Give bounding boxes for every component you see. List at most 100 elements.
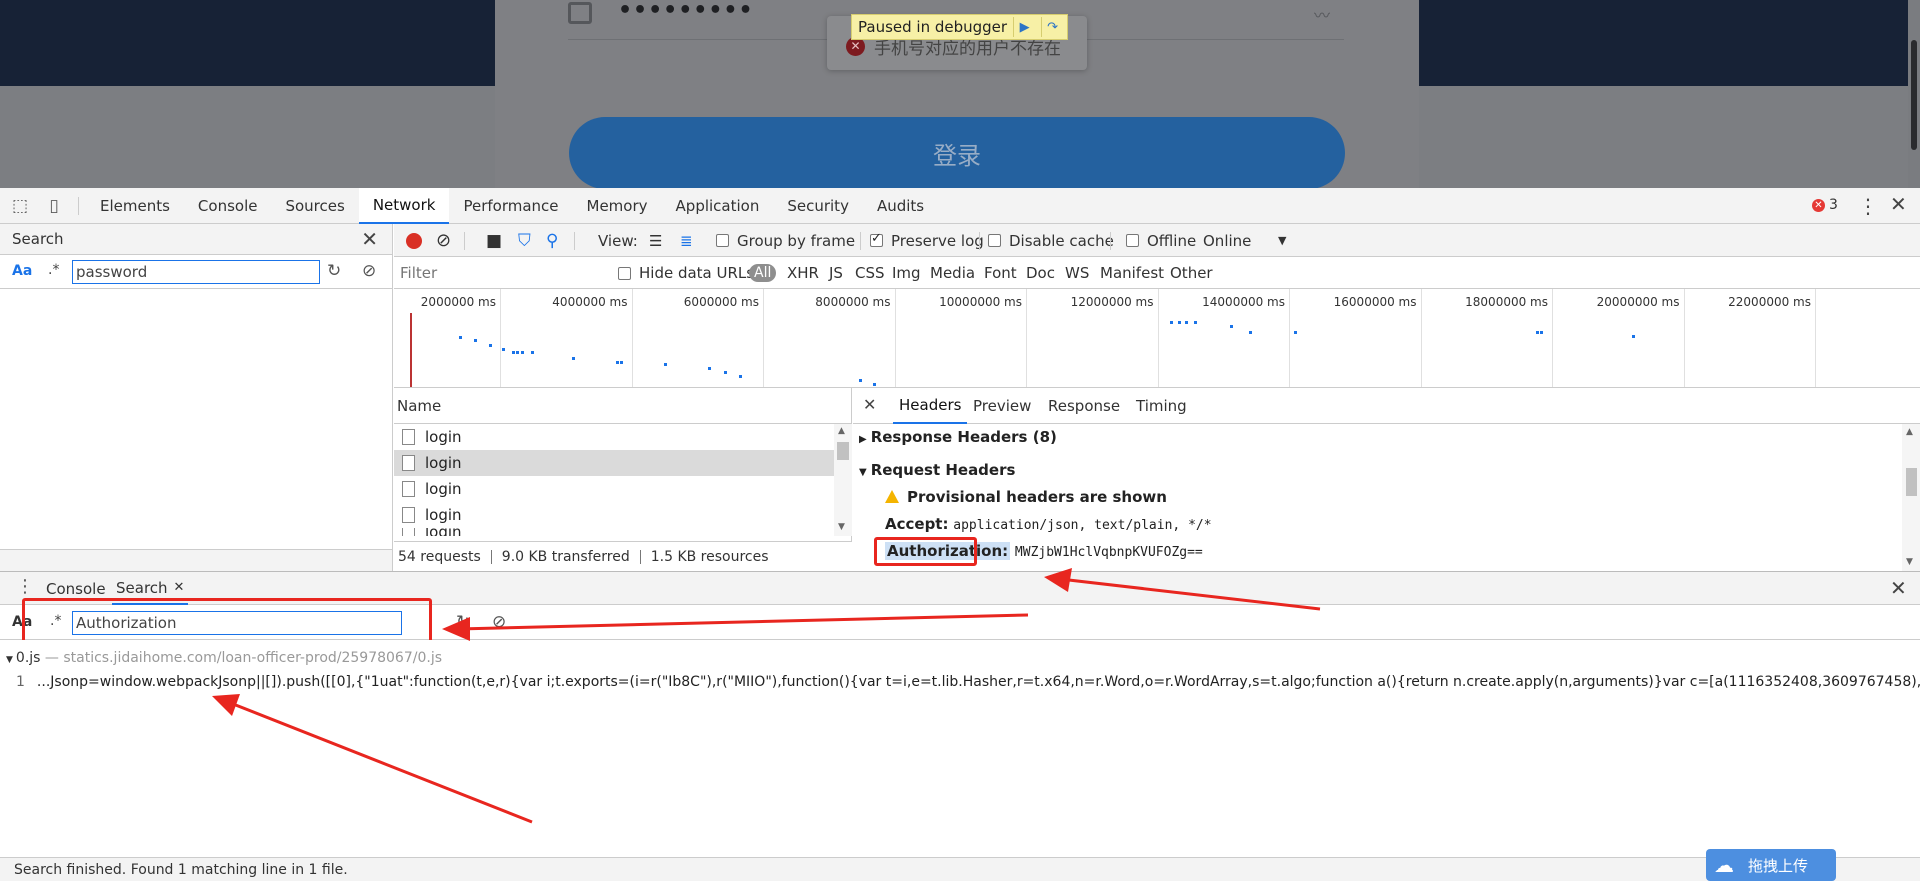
close-tab-icon[interactable]: ✕ bbox=[174, 580, 185, 595]
table-row[interactable]: login bbox=[394, 502, 851, 528]
tab-performance[interactable]: Performance bbox=[449, 188, 572, 224]
refresh-icon[interactable]: ↻ bbox=[456, 612, 470, 632]
match-case-toggle[interactable]: Aa bbox=[12, 263, 32, 279]
chevron-right-icon: ▶ bbox=[859, 434, 867, 445]
search-icon[interactable]: ⚲ bbox=[546, 224, 558, 257]
table-row[interactable]: login bbox=[394, 424, 851, 450]
response-headers-section[interactable]: ▶ Response Headers (8) bbox=[859, 428, 1057, 446]
eye-closed-icon[interactable]: 〰 bbox=[1314, 2, 1330, 26]
tab-application[interactable]: Application bbox=[662, 188, 774, 224]
inspect-element-icon[interactable]: ⬚ bbox=[10, 196, 30, 216]
page-scrollbar[interactable] bbox=[1908, 0, 1920, 188]
clear-log-icon[interactable]: ⊘ bbox=[436, 224, 451, 257]
chevron-down-icon: ▼ bbox=[6, 655, 13, 665]
tab-network[interactable]: Network bbox=[358, 188, 450, 224]
tab-preview[interactable]: Preview bbox=[973, 388, 1031, 424]
throttling-select[interactable]: Online bbox=[1203, 224, 1251, 257]
step-over-icon[interactable]: ↷ bbox=[1041, 17, 1063, 37]
scroll-down-icon[interactable]: ▼ bbox=[1906, 557, 1913, 567]
preserve-log-box[interactable] bbox=[870, 231, 883, 247]
tab-elements[interactable]: Elements bbox=[86, 188, 184, 224]
search-sidebar-input[interactable] bbox=[72, 260, 320, 284]
refresh-icon[interactable]: ↻ bbox=[327, 261, 341, 281]
tab-headers[interactable]: Headers bbox=[893, 388, 968, 424]
device-toolbar-icon[interactable]: ▯ bbox=[44, 196, 64, 216]
type-filter-font[interactable]: Font bbox=[984, 257, 1017, 289]
type-filter-js[interactable]: JS bbox=[829, 257, 843, 289]
hide-data-urls-box[interactable] bbox=[618, 266, 631, 280]
table-row[interactable]: login bbox=[394, 450, 851, 476]
close-devtools-icon[interactable]: ✕ bbox=[1890, 192, 1907, 216]
tab-console[interactable]: Console bbox=[184, 188, 272, 224]
detail-scrollbar[interactable]: ▲ ▼ bbox=[1902, 424, 1920, 571]
disable-cache-checkbox[interactable]: Disable cache bbox=[988, 224, 1114, 257]
chevron-down-icon[interactable]: ▼ bbox=[1278, 224, 1286, 257]
clear-icon[interactable]: ⊘ bbox=[492, 612, 506, 632]
search-sidebar-header: Search ✕ bbox=[0, 224, 392, 255]
tab-audits[interactable]: Audits bbox=[863, 188, 938, 224]
detail-scrollbar-thumb[interactable] bbox=[1906, 468, 1917, 496]
offline-checkbox[interactable]: Offline bbox=[1126, 224, 1196, 257]
type-filter-manifest[interactable]: Manifest bbox=[1100, 257, 1164, 289]
type-filter-doc[interactable]: Doc bbox=[1026, 257, 1055, 289]
search-sidebar-query-row: Aa .* ↻ ⊘ bbox=[0, 255, 392, 289]
type-filter-img[interactable]: Img bbox=[892, 257, 921, 289]
filter-icon[interactable]: ⛉ bbox=[518, 224, 531, 257]
type-filter-xhr[interactable]: XHR bbox=[787, 257, 819, 289]
type-filter-other[interactable]: Other bbox=[1170, 257, 1213, 289]
drawer-menu-icon[interactable]: ⋮ bbox=[16, 576, 34, 597]
timeline-request-mark bbox=[664, 363, 667, 366]
preserve-log-checkbox[interactable]: Preserve log bbox=[870, 224, 984, 257]
document-icon bbox=[402, 528, 415, 536]
close-drawer-icon[interactable]: ✕ bbox=[1890, 576, 1907, 600]
tab-sources[interactable]: Sources bbox=[271, 188, 358, 224]
hide-data-urls-checkbox[interactable]: Hide data URLs bbox=[618, 257, 754, 289]
timeline-tick-label: 2000000 ms bbox=[420, 295, 496, 309]
large-rows-icon[interactable]: ☰ bbox=[649, 224, 662, 257]
timeline-tick-label: 20000000 ms bbox=[1596, 295, 1680, 309]
disable-cache-box[interactable] bbox=[988, 234, 1001, 247]
type-filter-css[interactable]: CSS bbox=[855, 257, 885, 289]
result-line-text: ...Jsonp=window.webpackJsonp||[]).push([… bbox=[36, 674, 1920, 690]
close-detail-icon[interactable]: ✕ bbox=[863, 395, 876, 414]
type-filter-ws[interactable]: WS bbox=[1065, 257, 1089, 289]
name-column-header[interactable]: Name bbox=[394, 388, 851, 424]
drag-upload-button[interactable]: ☁ 拖拽上传 bbox=[1706, 849, 1836, 881]
tab-security[interactable]: Security bbox=[773, 188, 863, 224]
login-button[interactable]: 登录 bbox=[569, 117, 1345, 188]
waterfall-icon[interactable]: ≣ bbox=[680, 224, 693, 257]
scroll-up-icon[interactable]: ▲ bbox=[838, 426, 845, 436]
tab-memory[interactable]: Memory bbox=[573, 188, 662, 224]
tab-timing[interactable]: Timing bbox=[1136, 388, 1187, 424]
disable-cache-label: Disable cache bbox=[1009, 231, 1114, 250]
offline-box[interactable] bbox=[1126, 234, 1139, 247]
request-list-scrollbar-thumb[interactable] bbox=[837, 442, 849, 460]
close-search-icon[interactable]: ✕ bbox=[361, 227, 378, 251]
table-row[interactable]: login bbox=[394, 528, 851, 536]
table-row[interactable]: login bbox=[394, 476, 851, 502]
page-scrollbar-thumb[interactable] bbox=[1911, 40, 1917, 150]
request-headers-section[interactable]: ▼ Request Headers bbox=[859, 461, 1015, 479]
network-overview-timeline[interactable]: 2000000 ms 4000000 ms 6000000 ms 8000000 ms… bbox=[394, 289, 1920, 388]
scroll-down-icon[interactable]: ▼ bbox=[838, 522, 845, 532]
timeline-tick-label: 240 bbox=[1847, 295, 1920, 309]
screenshot-camera-icon[interactable]: ■ bbox=[486, 224, 502, 257]
clear-icon[interactable]: ⊘ bbox=[362, 261, 376, 281]
error-count-badge[interactable]: ✕ 3 bbox=[1812, 197, 1838, 213]
request-list-scrollbar[interactable]: ▲ ▼ bbox=[834, 424, 852, 536]
group-by-frame-checkbox[interactable]: Group by frame bbox=[716, 224, 855, 257]
type-filter-media[interactable]: Media bbox=[930, 257, 975, 289]
resume-icon[interactable]: ▶ bbox=[1013, 17, 1035, 37]
search-sidebar-title: Search bbox=[12, 230, 64, 248]
result-file-row[interactable]: ▼ 0.js — statics.jidaihome.com/loan-offic… bbox=[6, 650, 442, 666]
regex-toggle[interactable]: .* bbox=[48, 262, 59, 278]
toolbar-divider bbox=[464, 232, 465, 250]
scroll-up-icon[interactable]: ▲ bbox=[1906, 427, 1913, 437]
group-by-frame-box[interactable] bbox=[716, 234, 729, 247]
result-match-line[interactable]: 1 ...Jsonp=window.webpackJsonp||[]).push(… bbox=[16, 674, 1920, 690]
record-button[interactable] bbox=[406, 224, 422, 257]
filter-input[interactable] bbox=[398, 261, 594, 285]
more-options-icon[interactable]: ⋮ bbox=[1858, 194, 1878, 218]
tab-response[interactable]: Response bbox=[1048, 388, 1120, 424]
type-filter-all[interactable]: All bbox=[749, 257, 777, 289]
